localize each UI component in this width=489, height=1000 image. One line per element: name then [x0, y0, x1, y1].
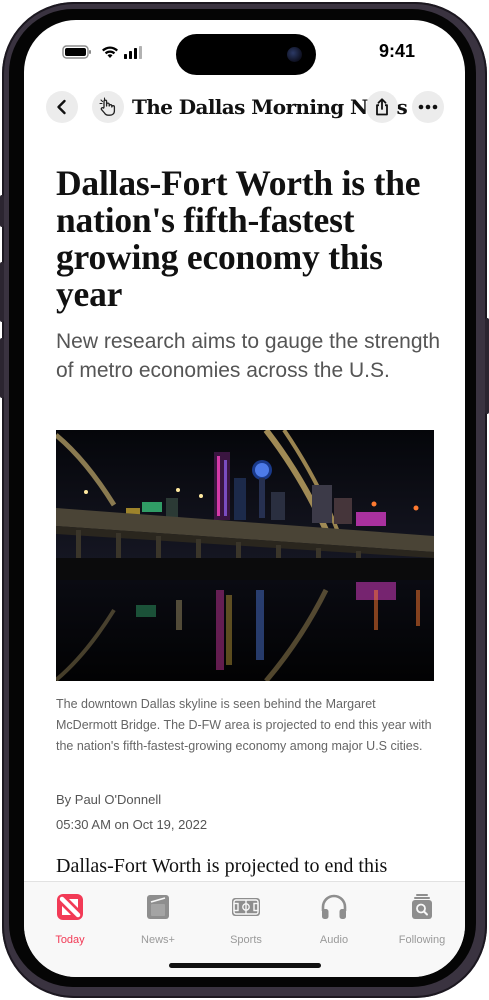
- news-plus-icon: [147, 895, 169, 919]
- sports-field-icon: [232, 898, 260, 916]
- status-icons: [62, 44, 162, 60]
- more-button[interactable]: [412, 91, 444, 123]
- ellipsis-icon: [418, 104, 438, 110]
- tab-today-label: Today: [55, 934, 85, 946]
- tab-news-plus[interactable]: News+: [118, 892, 198, 948]
- publication-icon-button[interactable]: [92, 91, 124, 123]
- following-icon: [412, 894, 432, 919]
- tab-following[interactable]: Following: [382, 892, 462, 948]
- tab-today[interactable]: Today: [30, 892, 110, 948]
- article-header: Dallas-Fort Worth is the nation's fifth-…: [56, 165, 441, 385]
- battery-icon: [62, 45, 91, 59]
- cellular-signal-icon: [124, 46, 142, 59]
- article-navbar: The Dallas Morning News: [24, 88, 465, 128]
- share-button[interactable]: [366, 91, 398, 123]
- article-subhead: New research aims to gauge the strength …: [56, 330, 441, 382]
- chevron-left-icon: [57, 99, 66, 115]
- tab-news-plus-label: News+: [141, 934, 175, 946]
- tab-audio[interactable]: Audio: [294, 892, 374, 948]
- screen: 9:41 The Dallas Morning News Dallas-Fort…: [24, 20, 465, 977]
- news-today-icon: [57, 894, 83, 920]
- tab-audio-label: Audio: [319, 934, 349, 946]
- volume-down-button: [0, 338, 4, 398]
- share-icon: [376, 98, 388, 116]
- image-caption: The downtown Dallas skyline is seen behi…: [56, 697, 432, 753]
- article-byline: By Paul O'Donnell: [56, 792, 162, 807]
- article-hero-image[interactable]: [56, 430, 434, 681]
- hand-pointer-icon: [99, 97, 116, 116]
- dynamic-island: [176, 34, 316, 75]
- article-timestamp: 05:30 AM on Oct 19, 2022: [56, 817, 208, 832]
- tab-sports[interactable]: Sports: [206, 892, 286, 948]
- wifi-icon: [102, 46, 118, 58]
- action-button: [0, 195, 4, 227]
- status-time: 9:41: [378, 41, 416, 61]
- publication-masthead[interactable]: The Dallas Morning News: [132, 92, 408, 122]
- headphones-icon: [321, 894, 347, 919]
- status-bar: 9:41: [24, 20, 465, 84]
- article-headline: Dallas-Fort Worth is the nation's fifth-…: [56, 163, 421, 314]
- volume-up-button: [0, 262, 4, 322]
- home-indicator[interactable]: [169, 963, 321, 968]
- article-body-preview: Dallas-Fort Worth is projected to end th…: [56, 855, 388, 877]
- tab-sports-label: Sports: [230, 934, 262, 946]
- front-camera: [287, 47, 302, 62]
- tab-following-label: Following: [398, 934, 446, 946]
- back-button[interactable]: [46, 91, 78, 123]
- power-button: [485, 318, 489, 414]
